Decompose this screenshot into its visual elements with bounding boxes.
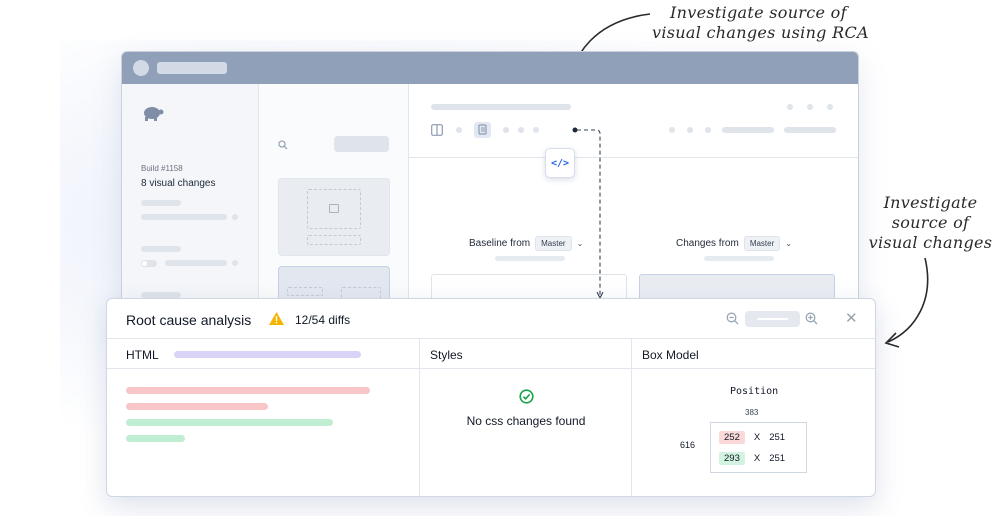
html-column-title: HTML [126,348,159,362]
styles-column-title: Styles [430,348,463,362]
styles-column-header: Styles [420,339,631,369]
baseline-position-row: 252 X 251 [719,431,785,444]
html-path-bar [174,351,361,358]
zoom-in-icon[interactable] [805,312,818,325]
baseline-separator: X [753,432,761,443]
connector-line [577,129,601,296]
html-added-line [126,419,333,426]
position-title: Position [730,386,779,397]
box-model-column-header: Box Model [632,339,875,369]
zoom-out-icon[interactable] [726,312,739,325]
current-separator: X [753,453,761,464]
rca-title: Root cause analysis [126,312,252,328]
position-left-value: 616 [680,440,696,450]
box-model-column: Box Model Position 383 616 252 X 251 293… [632,339,875,496]
diff-count: 12/54 diffs [295,313,351,327]
connector-dot [572,127,578,133]
baseline-x-value: 252 [719,431,745,444]
zoom-level-control[interactable] [745,311,800,327]
html-added-line [126,435,185,442]
html-column-header: HTML [107,339,419,369]
close-icon[interactable]: ✕ [845,311,858,326]
current-y-value: 251 [769,453,786,464]
rca-panel: Root cause analysis 12/54 diffs ✕ HTML S… [106,298,876,497]
baseline-y-value: 251 [769,432,786,443]
html-column: HTML [107,339,420,496]
current-position-row: 293 X 251 [719,452,785,465]
check-circle-icon [519,389,534,404]
current-x-value: 293 [719,452,745,465]
warning-icon [269,312,284,325]
position-top-value: 383 [745,408,759,417]
box-model-column-title: Box Model [642,348,699,362]
html-removed-line [126,403,268,410]
rca-header: Root cause analysis 12/54 diffs ✕ [107,299,875,339]
styles-column: Styles No css changes found [420,339,632,496]
no-css-changes-message: No css changes found [466,414,586,428]
html-removed-line [126,387,370,394]
position-box: 252 X 251 293 X 251 [710,422,807,473]
